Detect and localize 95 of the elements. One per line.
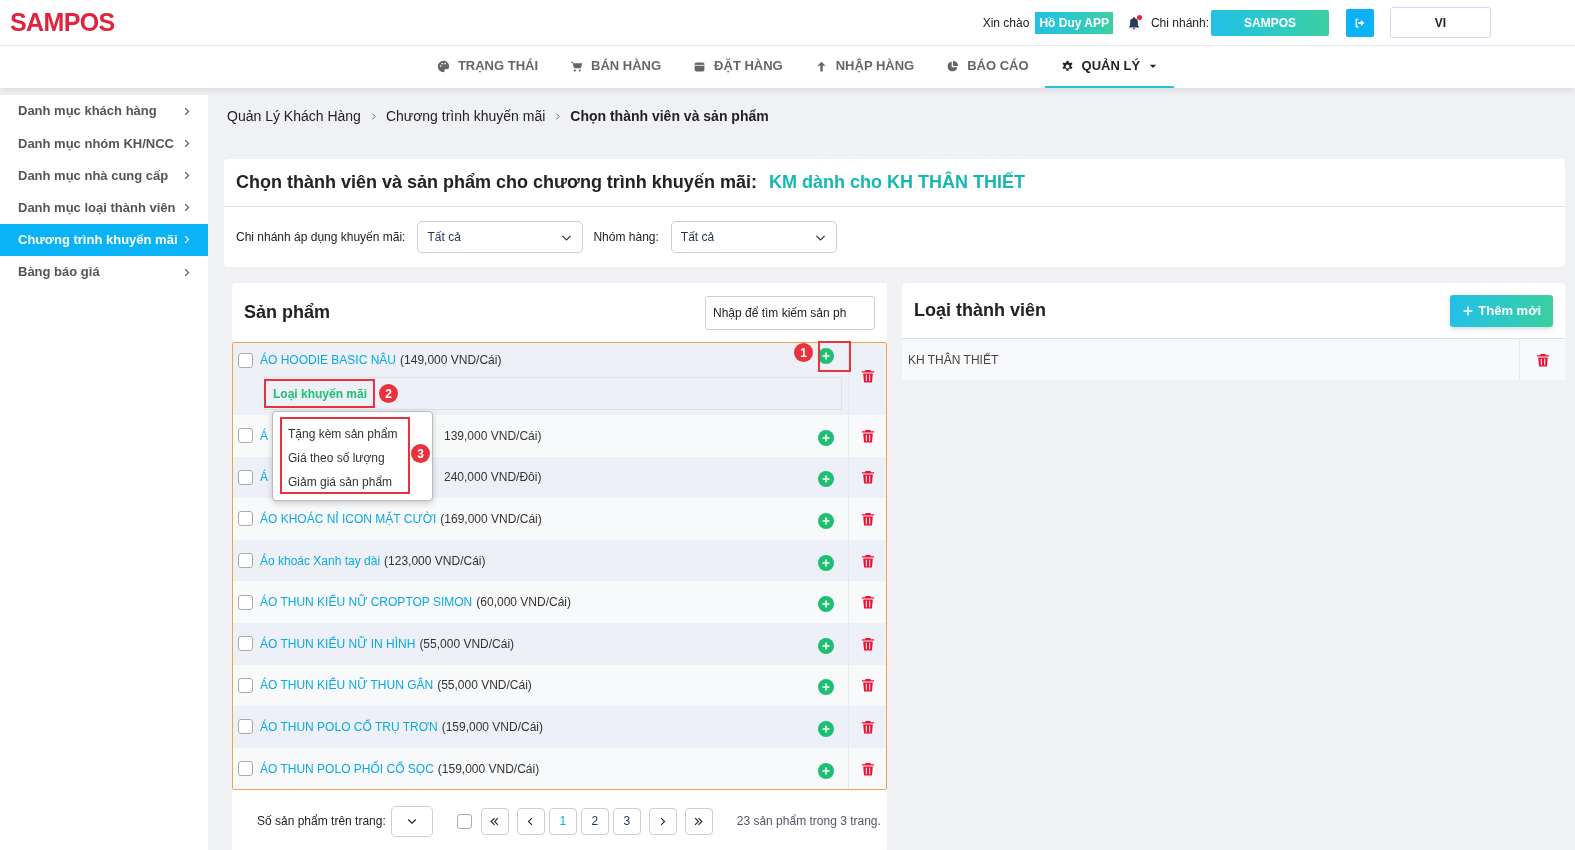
trash-icon[interactable]	[860, 427, 875, 444]
cart-icon	[570, 59, 584, 73]
annotation-frame	[818, 341, 851, 372]
logout-button[interactable]	[1346, 8, 1374, 37]
next-page-button[interactable]	[648, 807, 677, 835]
trash-icon[interactable]	[860, 552, 875, 569]
previous-page-button[interactable]	[516, 807, 545, 835]
sidebar-item[interactable]: Danh mục nhà cung cấp	[0, 159, 208, 192]
last-page-icon	[693, 815, 705, 827]
box-icon	[693, 59, 707, 73]
sidebar-item[interactable]: Bảng báo giá	[0, 255, 208, 289]
first-page-button[interactable]	[480, 807, 509, 835]
trash-icon[interactable]	[860, 677, 875, 694]
product-price: (55,000 VND/Cái)	[419, 635, 515, 653]
product-price: (159,000 VND/Cái)	[437, 760, 540, 778]
nav-tab[interactable]: QUẢN LÝ	[1044, 46, 1175, 88]
product-price: 139,000 VND/Cái)	[444, 427, 542, 445]
sidebar-item[interactable]: Danh mục nhóm KH/NCC	[0, 127, 208, 160]
add-icon[interactable]	[818, 679, 834, 696]
nav-tab[interactable]: BÁO CÁO	[930, 46, 1045, 88]
trash-icon[interactable]	[860, 594, 875, 611]
product-price: (159,000 VND/Cái)	[441, 718, 544, 736]
menu-item[interactable]: Tặng kèm sản phẩm	[282, 422, 408, 446]
menu-item[interactable]: Giá theo số lượng	[282, 446, 408, 470]
trash-icon[interactable]	[860, 760, 875, 777]
checkbox[interactable]	[238, 511, 253, 527]
checkbox[interactable]	[238, 428, 253, 444]
page-title: Chọn thành viên và sản phẩm cho chương trình khuyến mãi:	[236, 171, 757, 194]
add-icon[interactable]	[818, 471, 834, 488]
product-price: 240,000 VND/Đôi)	[444, 469, 542, 487]
palette-icon	[436, 59, 450, 73]
add-icon[interactable]	[818, 762, 834, 779]
breadcrumb-link[interactable]: Quản Lý Khách Hàng	[227, 105, 361, 127]
nav-tab[interactable]: TRẠNG THÁI	[420, 46, 555, 88]
select-field[interactable]: Tất cả	[670, 221, 837, 253]
language-button[interactable]: VI	[1390, 7, 1491, 38]
checkbox[interactable]	[456, 813, 472, 829]
trash-icon[interactable]	[860, 635, 875, 652]
checkbox[interactable]	[238, 719, 253, 735]
product-price: (169,000 VND/Cái)	[440, 511, 542, 528]
add-icon[interactable]	[818, 554, 834, 571]
page-button[interactable]: 2	[580, 807, 609, 835]
filter-label: Nhóm hàng:	[593, 229, 659, 246]
add-icon[interactable]	[818, 720, 834, 737]
product-price: (123,000 VND/Cái)	[384, 552, 486, 570]
add-icon[interactable]	[818, 513, 834, 529]
page-size-select[interactable]	[390, 805, 433, 837]
checkbox[interactable]	[238, 352, 253, 368]
checkbox[interactable]	[238, 761, 253, 777]
menu-item[interactable]: Giảm giá sản phẩm	[282, 470, 408, 494]
member-type-name: KH THÂN THIẾT	[908, 351, 999, 369]
user-badge: Hồ Duy APP	[1035, 11, 1113, 34]
product-price: (55,000 VND/Cái)	[437, 677, 532, 695]
pie-chart-icon	[946, 59, 960, 73]
add-icon[interactable]	[818, 637, 834, 654]
add-icon[interactable]	[818, 596, 834, 613]
page-button[interactable]: 3	[612, 807, 641, 835]
checkbox[interactable]	[238, 553, 253, 569]
checkbox[interactable]	[238, 594, 253, 610]
settings-icon	[1060, 59, 1074, 73]
checkbox[interactable]	[238, 677, 253, 693]
add-icon[interactable]	[818, 429, 834, 446]
trash-icon[interactable]	[860, 469, 875, 486]
panel-title: Loại thành viên	[914, 299, 1046, 322]
filter-label: Chi nhánh áp dụng khuyến mãi:	[236, 229, 406, 246]
sidebar-item[interactable]: Danh mục khách hàng	[0, 95, 208, 128]
breadcrumb-link[interactable]: Chương trình khuyến mãi	[385, 105, 546, 127]
nav-tab[interactable]: NHẬP HÀNG	[798, 46, 931, 88]
bell-icon[interactable]	[1126, 14, 1141, 31]
trash-icon[interactable]	[860, 511, 875, 527]
chevron-right-icon	[553, 111, 563, 121]
nav-tab[interactable]: BÁN HÀNG	[554, 46, 678, 88]
last-page-button[interactable]	[684, 807, 713, 835]
search-field[interactable]: Nhập để tìm kiếm sản ph	[705, 295, 875, 330]
pagination-summary: 23 sản phẩm trong 3 trang.	[736, 813, 881, 831]
checkbox[interactable]	[238, 469, 253, 485]
trash-icon[interactable]	[1535, 351, 1550, 368]
trash-icon[interactable]	[860, 718, 875, 735]
program-name: KM dành cho KH THÂN THIẾT	[768, 170, 1025, 194]
logo: SAMPOS	[10, 6, 115, 38]
add-icon[interactable]	[818, 348, 834, 364]
sidebar-item[interactable]: Danh mục loại thành viên	[0, 191, 208, 224]
nav-tab[interactable]: ĐẶT HÀNG	[677, 46, 799, 88]
checkbox[interactable]	[238, 636, 253, 652]
plus-icon	[1462, 304, 1475, 317]
trash-icon[interactable]	[860, 368, 875, 384]
greeting-text: Xin chào	[982, 14, 1030, 32]
breadcrumb-current: Chọn thành viên và sản phẩm	[570, 106, 769, 126]
page-size-label: Số sản phẩm trên trang:	[257, 813, 386, 831]
panel-title: Sản phẩm	[244, 301, 331, 324]
product-price: (149,000 VND/Cái)	[400, 352, 502, 369]
branch-label: Chi nhánh:	[1150, 14, 1209, 32]
select-field[interactable]: Tất cả	[417, 221, 584, 253]
first-page-icon	[489, 815, 501, 827]
product-price: (60,000 VND/Cái)	[476, 594, 571, 612]
